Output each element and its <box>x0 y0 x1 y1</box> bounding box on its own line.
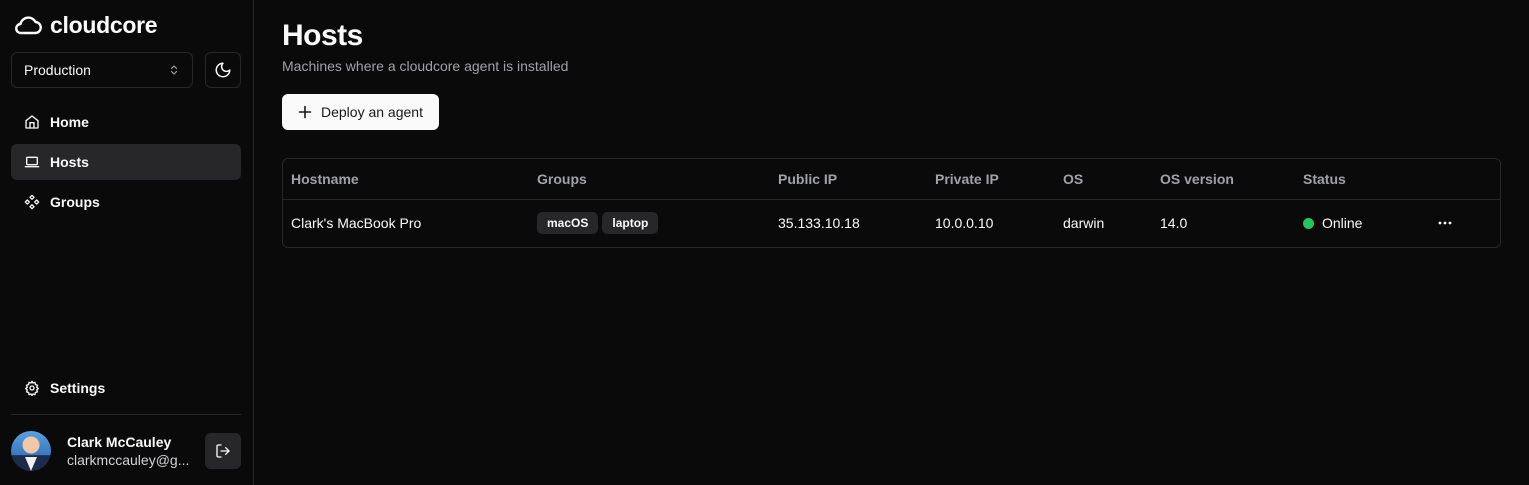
cell-os: darwin <box>1063 215 1105 232</box>
row-actions-button[interactable] <box>1433 211 1457 235</box>
user-profile: Clark McCauley clarkmccauley@g... <box>11 431 241 471</box>
plus-icon <box>298 105 312 119</box>
user-name: Clark McCauley <box>67 434 172 450</box>
group-badge[interactable]: macOS <box>537 212 599 235</box>
status-online-dot <box>1303 217 1314 229</box>
groups-icon <box>24 194 40 210</box>
cell-actions <box>1425 199 1500 247</box>
sidebar-item-label: Groups <box>50 194 100 210</box>
home-icon <box>25 115 39 129</box>
sidebar-item-groups[interactable]: Groups <box>11 184 241 220</box>
page-title: Hosts <box>282 19 363 52</box>
sidebar-item-settings[interactable]: Settings <box>11 370 241 406</box>
cell-status: Online <box>1295 199 1425 247</box>
user-email: clarkmccauley@g... <box>67 452 190 468</box>
sidebar-nav: Home Hosts Groups <box>11 104 241 220</box>
brand-name: cloudcore <box>50 11 158 38</box>
column-header-groups[interactable]: Groups <box>529 159 770 200</box>
table-header-row: Hostname Groups Public IP Private IP OS … <box>283 159 1500 200</box>
chevrons-up-down-icon <box>170 65 178 75</box>
cell-groups: macOS laptop <box>529 199 770 247</box>
sidebar-item-hosts[interactable]: Hosts <box>11 144 241 180</box>
sidebar-divider <box>11 414 241 415</box>
column-header-status[interactable]: Status <box>1295 159 1425 200</box>
sidebar: cloudcore Production Home Hosts Groups S… <box>0 0 254 485</box>
status-label: Online <box>1322 215 1363 231</box>
deploy-agent-label: Deploy an agent <box>321 104 423 120</box>
sidebar-item-label: Home <box>50 114 89 130</box>
moon-icon <box>215 62 231 78</box>
log-out-icon <box>216 444 230 458</box>
environment-select-value: Production <box>24 62 91 78</box>
status-badge: Online <box>1303 215 1362 231</box>
hosts-table: Hostname Groups Public IP Private IP OS … <box>282 158 1501 248</box>
environment-row: Production <box>11 52 241 88</box>
sidebar-item-label: Hosts <box>50 154 89 170</box>
more-horizontal-icon <box>1438 221 1452 225</box>
user-info: Clark McCauley clarkmccauley@g... <box>67 433 189 469</box>
cloud-icon <box>15 16 42 35</box>
sidebar-item-label: Settings <box>50 380 106 396</box>
page-subtitle: Machines where a cloudcore agent is inst… <box>282 58 569 74</box>
cell-hostname[interactable]: Clark's MacBook Pro <box>283 199 529 247</box>
column-header-private-ip[interactable]: Private IP <box>927 159 1055 200</box>
deploy-agent-button[interactable]: Deploy an agent <box>282 94 439 130</box>
environment-select[interactable]: Production <box>11 52 193 88</box>
sidebar-item-home[interactable]: Home <box>11 104 241 140</box>
laptop-icon <box>24 156 40 168</box>
theme-toggle-button[interactable] <box>205 52 241 88</box>
column-header-os[interactable]: OS <box>1055 159 1152 200</box>
column-header-hostname[interactable]: Hostname <box>283 159 529 200</box>
brand[interactable]: cloudcore <box>11 0 241 50</box>
cell-os-version: 14.0 <box>1160 215 1188 232</box>
logout-button[interactable] <box>205 433 241 469</box>
avatar[interactable] <box>11 431 51 471</box>
main-content: Hosts Machines where a cloudcore agent i… <box>254 0 1529 485</box>
group-badge[interactable]: laptop <box>602 212 659 235</box>
table-row[interactable]: Clark's MacBook Pro macOS laptop 35.133.1… <box>283 199 1500 247</box>
app-root: cloudcore Production Home Hosts Groups S… <box>0 0 1529 485</box>
cell-public-ip: 35.133.10.18 <box>778 215 860 232</box>
cell-private-ip: 10.0.0.10 <box>935 215 994 232</box>
column-header-actions <box>1425 159 1500 200</box>
column-header-os-version[interactable]: OS version <box>1152 159 1295 200</box>
gear-icon <box>25 380 39 396</box>
column-header-public-ip[interactable]: Public IP <box>770 159 927 200</box>
